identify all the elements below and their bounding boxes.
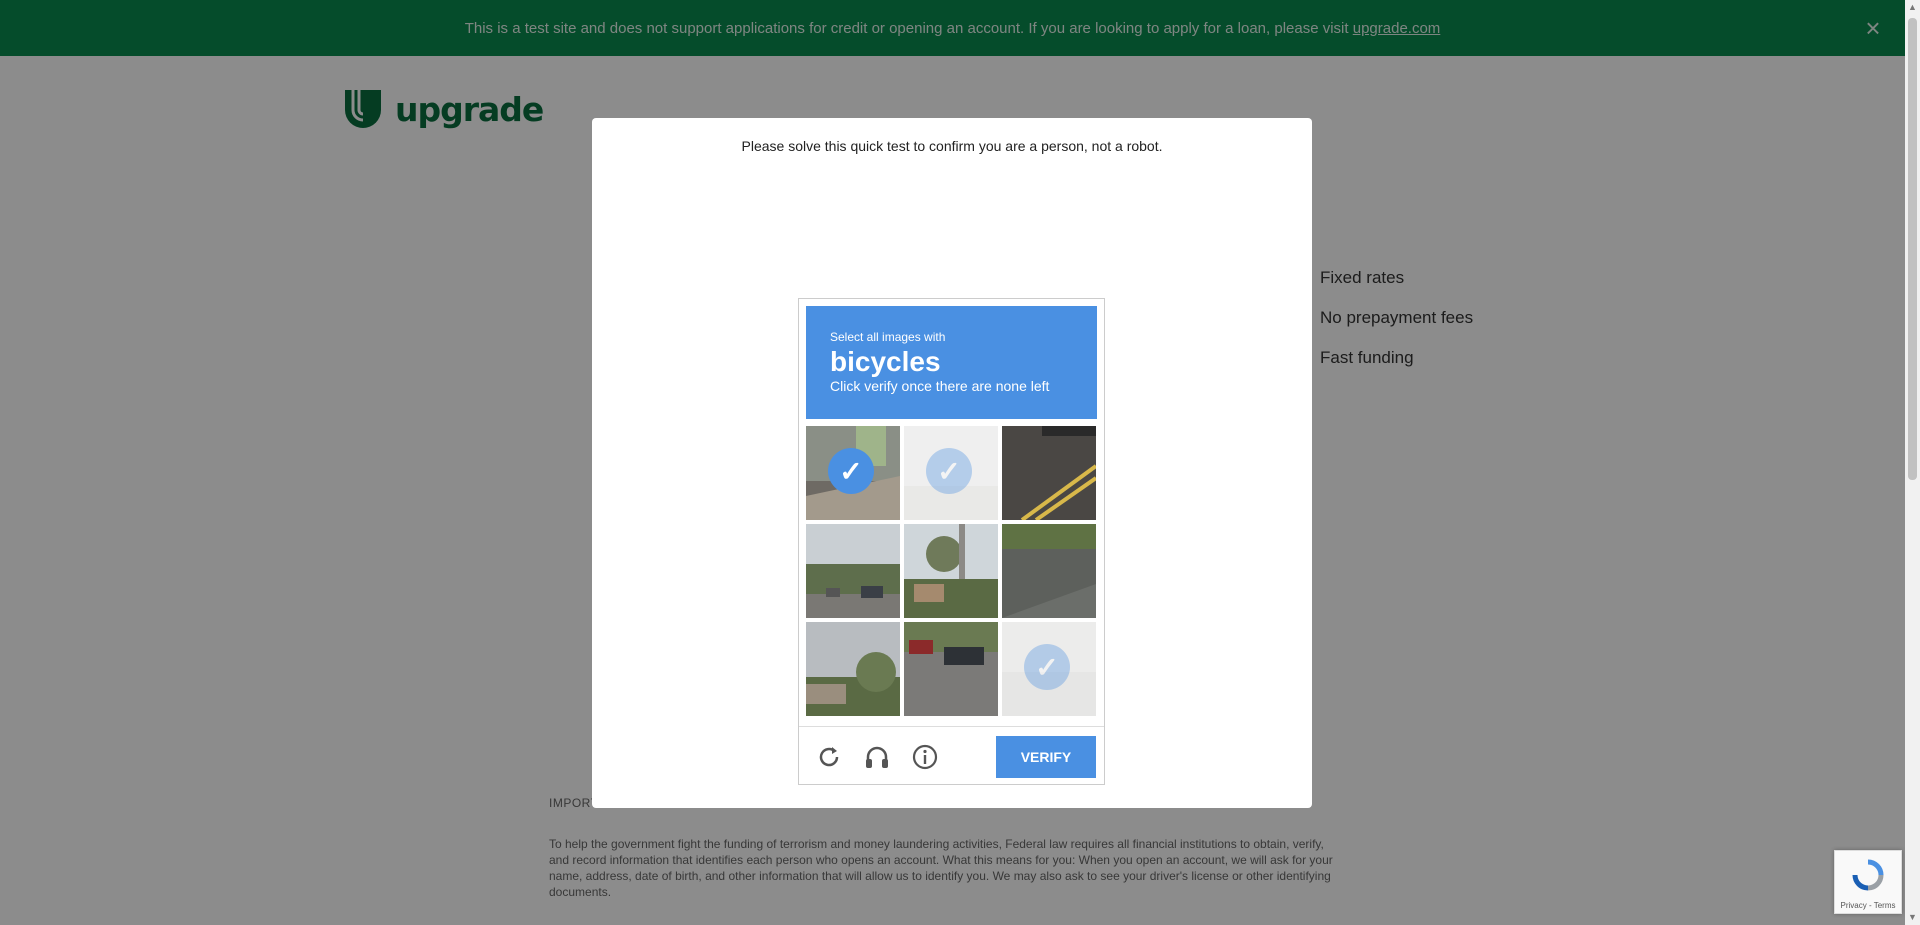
captcha-tile-2[interactable]: ✓ <box>904 426 998 520</box>
selected-check-icon: ✓ <box>828 448 874 494</box>
captcha-tile-4[interactable] <box>806 524 900 618</box>
captcha-footer: VERIFY <box>799 726 1104 785</box>
verify-button[interactable]: VERIFY <box>996 736 1096 778</box>
captcha-tile-1[interactable]: ✓ <box>806 426 900 520</box>
captcha-image <box>1002 524 1096 618</box>
recaptcha-links[interactable]: Privacy - Terms <box>1835 901 1901 910</box>
selected-check-icon: ✓ <box>1024 644 1070 690</box>
captcha-image <box>904 622 998 716</box>
modal-message: Please solve this quick test to confirm … <box>741 138 1163 154</box>
scrollbar-thumb[interactable] <box>1908 18 1917 480</box>
recaptcha-badge[interactable]: Privacy - Terms <box>1834 850 1902 914</box>
captcha-instruction: Select all images with <box>830 330 946 344</box>
captcha-hint: Click verify once there are none left <box>830 378 1050 394</box>
captcha-tile-9[interactable]: ✓ <box>1002 622 1096 716</box>
captcha-tile-5[interactable] <box>904 524 998 618</box>
scroll-up-icon[interactable]: ▲ <box>1905 0 1920 15</box>
captcha-tile-6[interactable] <box>1002 524 1096 618</box>
captcha-image <box>806 622 900 716</box>
captcha-challenge: Select all images with bicycles Click ve… <box>798 298 1105 785</box>
captcha-tile-7[interactable] <box>806 622 900 716</box>
refresh-icon[interactable] <box>815 743 843 771</box>
scrollbar[interactable]: ▲ ▼ <box>1905 0 1920 925</box>
headphones-icon[interactable] <box>863 743 891 771</box>
scroll-down-icon[interactable]: ▼ <box>1905 910 1920 925</box>
selected-check-icon: ✓ <box>926 448 972 494</box>
captcha-tile-3[interactable] <box>1002 426 1096 520</box>
captcha-header: Select all images with bicycles Click ve… <box>806 306 1097 419</box>
captcha-tile-8[interactable] <box>904 622 998 716</box>
captcha-image <box>1002 426 1096 520</box>
recaptcha-logo-icon <box>1852 859 1884 891</box>
captcha-image <box>806 524 900 618</box>
info-icon[interactable] <box>911 743 939 771</box>
captcha-target: bicycles <box>830 346 941 377</box>
captcha-image <box>904 524 998 618</box>
captcha-image-grid: ✓ ✓ ✓ <box>806 426 1097 717</box>
